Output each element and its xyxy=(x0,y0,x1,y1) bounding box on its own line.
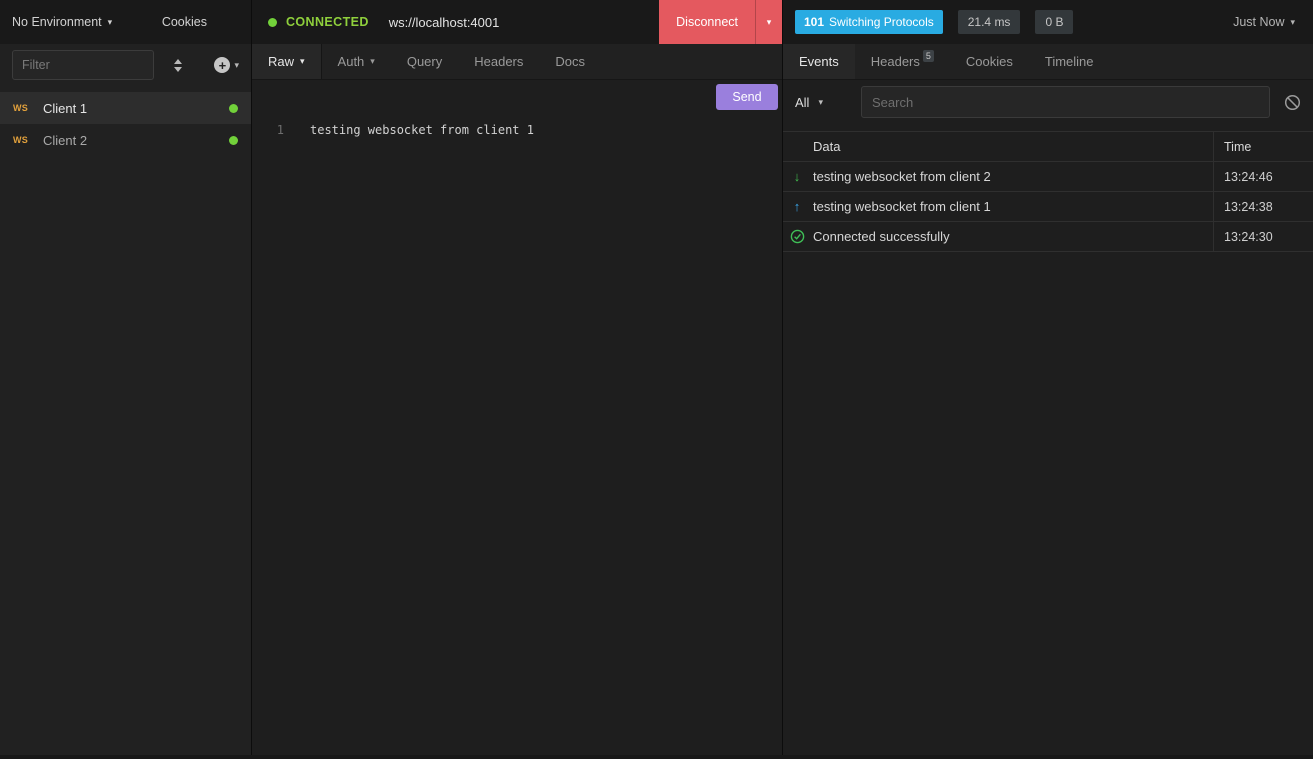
request-name: Client 2 xyxy=(43,133,87,148)
sidebar: No Environment ▾ Cookies + ▾ WS Client 1… xyxy=(0,0,252,755)
ws-type-badge: WS xyxy=(13,103,43,113)
editor-content[interactable]: testing websocket from client 1 xyxy=(310,123,534,137)
tab-timeline-label: Timeline xyxy=(1045,54,1094,69)
chevron-down-icon: ▾ xyxy=(300,57,305,66)
request-item-client-2[interactable]: WS Client 2 xyxy=(0,124,251,156)
sidebar-toolbar: + ▾ xyxy=(0,44,251,86)
filter-input[interactable] xyxy=(12,50,154,80)
disconnect-label: Disconnect xyxy=(659,0,755,44)
tab-cookies[interactable]: Cookies xyxy=(950,44,1029,79)
tab-cookies-label: Cookies xyxy=(966,54,1013,69)
tab-response-headers-label: Headers xyxy=(871,54,920,69)
sidebar-topbar: No Environment ▾ Cookies xyxy=(0,0,251,44)
websocket-url[interactable]: ws://localhost:4001 xyxy=(389,15,500,30)
icon-column-header xyxy=(783,132,811,161)
send-button[interactable]: Send xyxy=(716,84,778,110)
events-filter-row: All ▾ xyxy=(783,80,1313,124)
event-data: testing websocket from client 2 xyxy=(811,162,1213,191)
event-time: 13:24:46 xyxy=(1213,162,1313,191)
events-search-input[interactable] xyxy=(861,86,1270,118)
tab-timeline[interactable]: Timeline xyxy=(1029,44,1110,79)
connection-status-dot xyxy=(268,18,277,27)
tab-headers[interactable]: Headers xyxy=(458,44,539,79)
tab-events-label: Events xyxy=(799,54,839,69)
request-tabs: Raw ▾ Auth ▾ Query Headers Docs xyxy=(252,44,782,80)
add-request-button[interactable]: + ▾ xyxy=(214,57,239,73)
request-topbar: CONNECTED ws://localhost:4001 Disconnect… xyxy=(252,0,782,44)
chevron-down-icon: ▾ xyxy=(1290,18,1295,27)
editor-line-number: 1 xyxy=(252,123,296,137)
plus-circle-icon: + xyxy=(214,57,230,73)
status-badge: 101 Switching Protocols xyxy=(795,10,943,34)
icon-cell: ↑ xyxy=(783,192,811,221)
disconnect-button[interactable]: Disconnect ▾ xyxy=(659,0,782,44)
events-table: Data Time ↓ testing websocket from clien… xyxy=(783,131,1313,252)
request-panel: CONNECTED ws://localhost:4001 Disconnect… xyxy=(252,0,783,755)
app-window: No Environment ▾ Cookies + ▾ WS Client 1… xyxy=(0,0,1313,759)
status-code: 101 xyxy=(804,15,824,29)
cookies-button[interactable]: Cookies xyxy=(162,15,207,29)
chevron-down-icon[interactable]: ▾ xyxy=(755,0,782,44)
events-table-header: Data Time xyxy=(783,132,1313,162)
connected-status-dot xyxy=(229,104,238,113)
response-topbar: 101 Switching Protocols 21.4 ms 0 B Just… xyxy=(783,0,1313,44)
response-size-badge: 0 B xyxy=(1035,10,1073,34)
tab-raw-label: Raw xyxy=(268,54,294,69)
request-list: WS Client 1 WS Client 2 xyxy=(0,86,251,156)
response-time-badge: 21.4 ms xyxy=(958,10,1021,34)
tab-docs[interactable]: Docs xyxy=(539,44,601,79)
time-column-header: Time xyxy=(1213,132,1313,161)
event-data: testing websocket from client 1 xyxy=(811,192,1213,221)
tab-raw[interactable]: Raw ▾ xyxy=(252,44,322,79)
tab-events[interactable]: Events xyxy=(783,44,855,79)
tab-docs-label: Docs xyxy=(555,54,585,69)
message-editor[interactable]: 1 testing websocket from client 1 xyxy=(252,114,782,755)
environment-selector[interactable]: No Environment ▾ xyxy=(12,15,112,29)
tab-query[interactable]: Query xyxy=(391,44,458,79)
ws-type-badge: WS xyxy=(13,135,43,145)
request-item-client-1[interactable]: WS Client 1 xyxy=(0,92,251,124)
tab-query-label: Query xyxy=(407,54,442,69)
data-column-header: Data xyxy=(811,132,1213,161)
connected-status-dot xyxy=(229,136,238,145)
sort-icon[interactable] xyxy=(174,59,182,72)
tab-headers-label: Headers xyxy=(474,54,523,69)
chevron-down-icon: ▾ xyxy=(370,57,375,66)
headers-count-badge: 5 xyxy=(923,50,934,62)
tab-response-headers[interactable]: Headers 5 xyxy=(855,44,950,79)
icon-cell: ↓ xyxy=(783,162,811,191)
connection-status-label: CONNECTED xyxy=(286,15,369,29)
check-circle-icon xyxy=(790,229,805,244)
response-tabs: Events Headers 5 Cookies Timeline xyxy=(783,44,1313,80)
tab-auth[interactable]: Auth ▾ xyxy=(322,44,391,79)
event-row[interactable]: Connected successfully 13:24:30 xyxy=(783,222,1313,252)
status-text: Switching Protocols xyxy=(829,15,934,29)
clear-events-icon[interactable] xyxy=(1284,94,1301,111)
chevron-down-icon: ▾ xyxy=(234,61,239,70)
event-data: Connected successfully xyxy=(811,222,1213,251)
arrow-up-icon: ↑ xyxy=(794,200,801,213)
environment-label: No Environment xyxy=(12,15,102,29)
event-type-select[interactable]: All ▾ xyxy=(795,95,851,110)
freshness-selector[interactable]: Just Now ▾ xyxy=(1233,15,1301,29)
icon-cell xyxy=(783,222,811,251)
chevron-down-icon: ▾ xyxy=(108,18,113,27)
event-type-select-value: All xyxy=(795,95,809,110)
event-row[interactable]: ↓ testing websocket from client 2 13:24:… xyxy=(783,162,1313,192)
event-time: 13:24:30 xyxy=(1213,222,1313,251)
chevron-down-icon: ▾ xyxy=(818,98,823,107)
send-row: Send xyxy=(252,80,782,114)
tab-auth-label: Auth xyxy=(338,54,365,69)
event-time: 13:24:38 xyxy=(1213,192,1313,221)
response-panel: 101 Switching Protocols 21.4 ms 0 B Just… xyxy=(783,0,1313,755)
event-row[interactable]: ↑ testing websocket from client 1 13:24:… xyxy=(783,192,1313,222)
freshness-label: Just Now xyxy=(1233,15,1284,29)
request-name: Client 1 xyxy=(43,101,87,116)
arrow-down-icon: ↓ xyxy=(794,170,801,183)
